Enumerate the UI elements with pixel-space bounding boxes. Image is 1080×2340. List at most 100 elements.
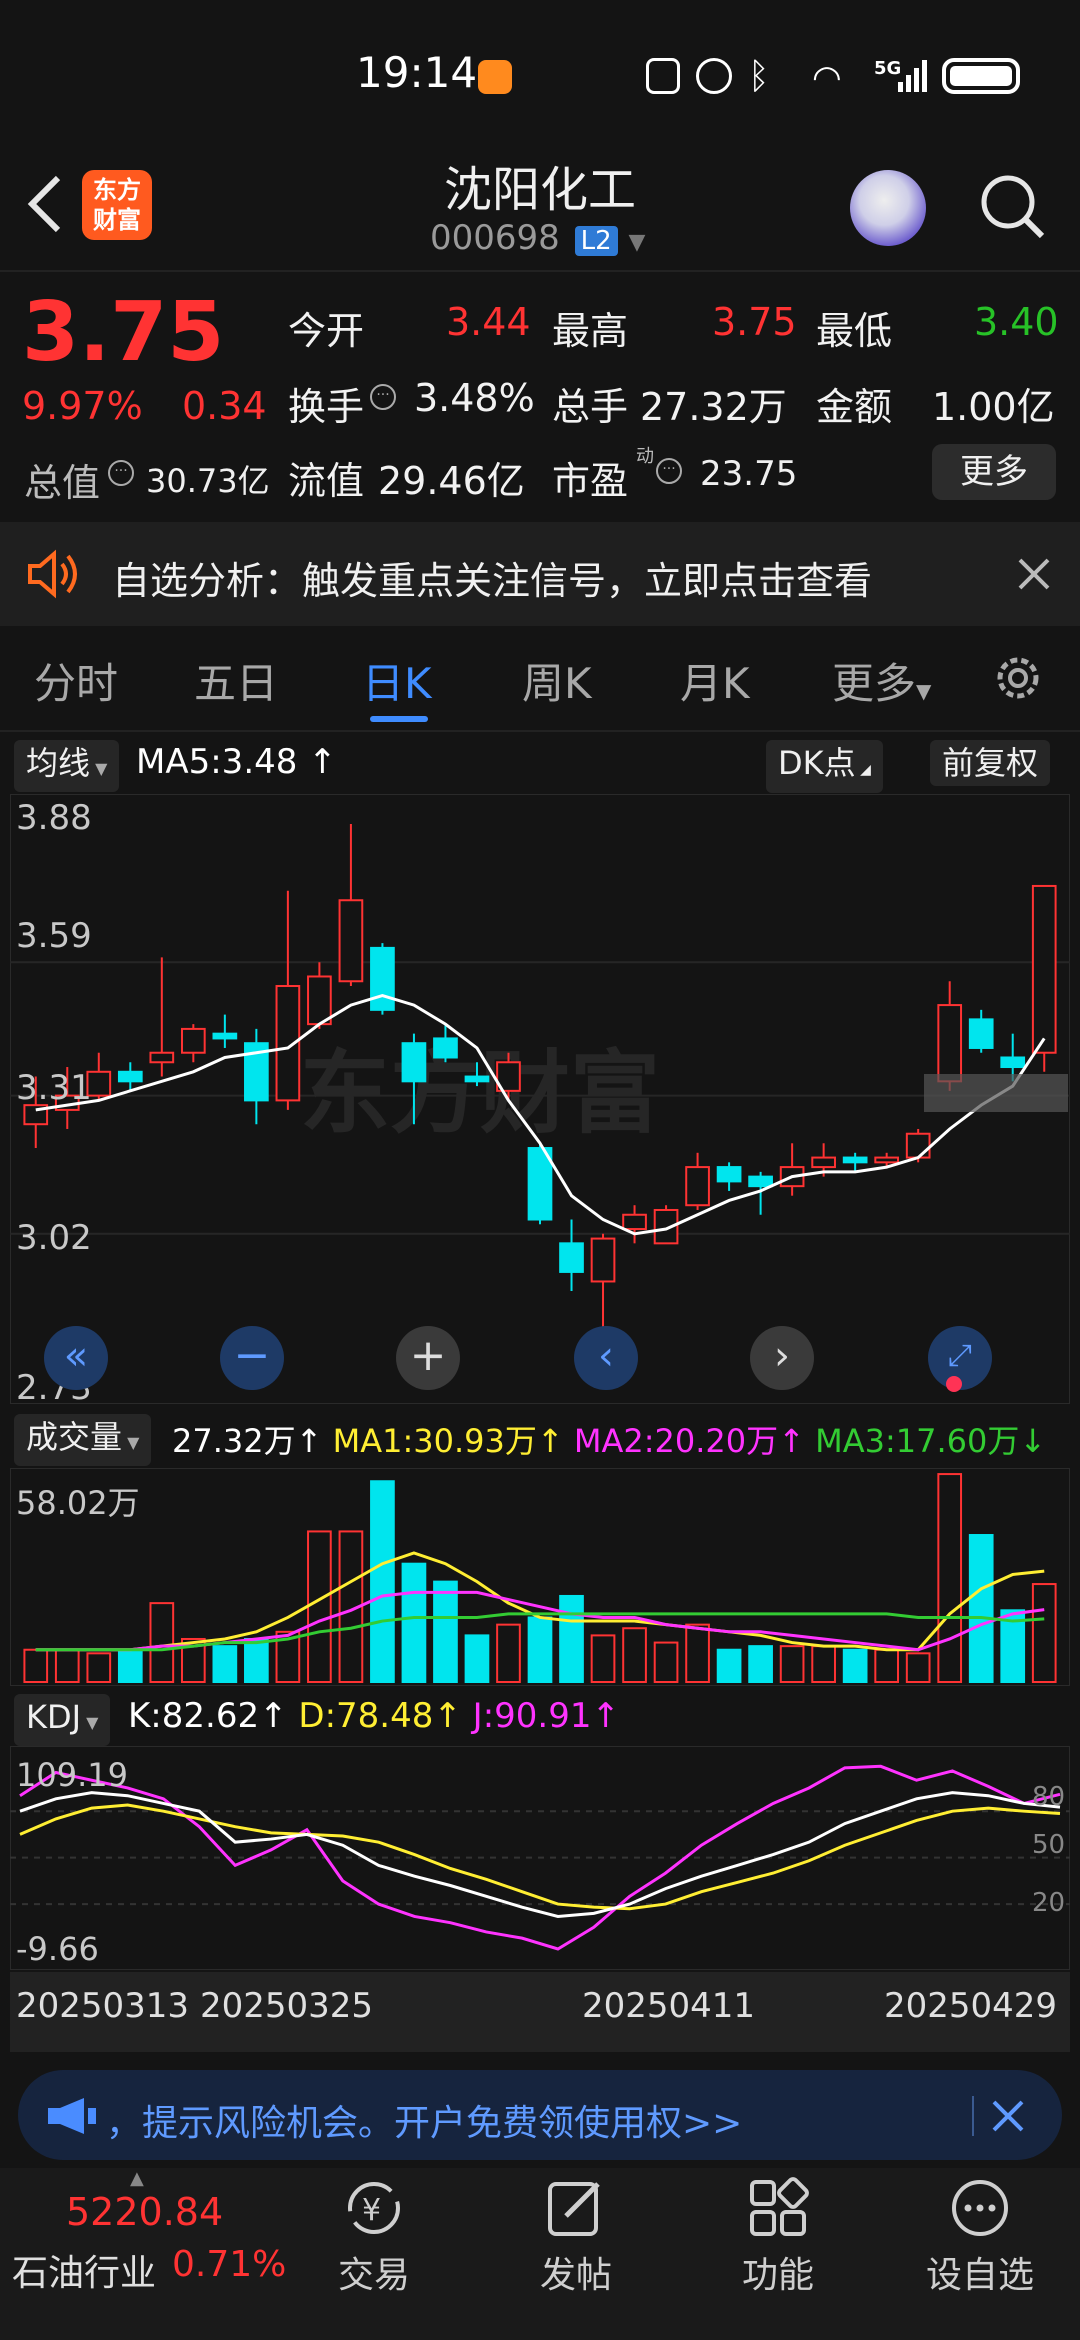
indicator-select-label: 均线 (26, 744, 91, 782)
nav-add-watchlist[interactable]: 设自选 (900, 2246, 1060, 2298)
candle-body (937, 1004, 963, 1083)
pan-left-button[interactable]: ‹ (574, 1326, 638, 1390)
turnover-label: 换手 (288, 385, 365, 429)
banner-text[interactable]: ，提示风险机会。开户免费领使用权>> (106, 2094, 742, 2146)
functions-icon[interactable] (746, 2176, 810, 2240)
kdj-chart[interactable] (10, 1746, 1070, 1970)
volume-y-max: 58.02万 (16, 1484, 140, 1522)
kdj-level-50: 50 (1032, 1830, 1066, 1860)
chevron-down-icon: ▼ (628, 230, 646, 255)
info-icon[interactable]: ··· (108, 460, 134, 486)
ma5-label: MA5:3.48 ↑ (136, 742, 337, 782)
volume-bar (937, 1473, 963, 1683)
volume-bar (527, 1616, 553, 1683)
candle-body (748, 1175, 773, 1188)
tab-daily-k[interactable]: 日K (362, 650, 432, 711)
more-dots-icon[interactable] (948, 2176, 1012, 2240)
pe-value: 23.75 (700, 454, 798, 494)
tab-weekly-k[interactable]: 周K (522, 650, 592, 711)
y-tick-3: 3.31 (16, 1068, 92, 1108)
signal-icon (898, 60, 928, 92)
date-tick-1: 20250313 (16, 1986, 190, 2026)
volume-ma3: MA3:17.60万 (815, 1422, 1020, 1460)
indicator-select[interactable]: 均线 ▼ (14, 740, 120, 792)
high-value: 3.75 (712, 300, 797, 344)
speaker-icon (26, 548, 82, 600)
mktcap-label: 总值 (24, 461, 101, 505)
caret-up-icon: ▲ (130, 2168, 144, 2189)
robot-assistant-icon[interactable] (850, 170, 926, 246)
last-price: 3.75 (22, 285, 225, 380)
kdj-y-min: -9.66 (16, 1930, 99, 1968)
candlestick-chart[interactable]: 东方财富 (10, 794, 1070, 1404)
pan-right-button[interactable]: › (750, 1326, 814, 1390)
tab-more[interactable]: 更多▼ (832, 650, 931, 711)
more-quote-button[interactable]: 更多 (932, 444, 1056, 500)
info-icon[interactable]: ··· (656, 458, 682, 484)
post-icon[interactable] (544, 2176, 608, 2240)
stock-code-row[interactable]: 000698 L2 ▼ (430, 218, 645, 258)
notice-text[interactable]: 自选分析：触发重点关注信号，立即点击查看 (112, 550, 872, 605)
tab-five-day[interactable]: 五日 (194, 650, 278, 711)
close-icon[interactable] (990, 2098, 1026, 2134)
header-divider (0, 270, 1080, 272)
zoom-out-button[interactable]: − (220, 1326, 284, 1390)
candle-body (180, 1027, 206, 1054)
change-amount: 0.34 (182, 384, 267, 428)
candle-body (1031, 884, 1057, 1054)
volume-bar (874, 1648, 900, 1683)
volume-bar (811, 1645, 836, 1684)
price-marker (924, 1074, 1068, 1112)
kdj-k: K:82.62 (128, 1696, 260, 1736)
fullscreen-dot (946, 1376, 962, 1392)
kdj-legend: K:82.62↑ D:78.48↑ J:90.91↑ (128, 1696, 620, 1736)
search-icon[interactable] (978, 172, 1048, 242)
candle-body (811, 1156, 836, 1169)
adjust-button[interactable]: 前复权 (930, 740, 1051, 786)
tab-intraday[interactable]: 分时 (34, 650, 118, 711)
date-tick-3: 20250411 (582, 1986, 756, 2026)
watermark: 东方财富 (300, 1041, 660, 1146)
sector-name[interactable]: 石油行业 (12, 2244, 156, 2296)
kdj-level-80: 80 (1032, 1782, 1066, 1812)
volume-label: 总手 (552, 385, 629, 429)
dk-point-button[interactable]: DK点 ◢ (766, 740, 883, 793)
candle-body (401, 1042, 427, 1083)
kdj-indicator-select[interactable]: KDJ ▼ (14, 1694, 111, 1746)
close-icon[interactable] (1016, 556, 1052, 592)
y-tick-4: 3.02 (16, 1218, 92, 1258)
tab-monthly-k[interactable]: 月K (680, 650, 750, 711)
candle-body (370, 946, 395, 1011)
volume-indicator-select[interactable]: 成交量 ▼ (14, 1414, 152, 1466)
nav-post[interactable]: 发帖 (496, 2246, 656, 2298)
zoom-in-button[interactable]: + (396, 1326, 460, 1390)
nav-functions[interactable]: 功能 (698, 2246, 858, 2298)
candle-body (842, 1156, 868, 1164)
volume-legend: 27.32万↑ MA1:30.93万↑ MA2:20.20万↑ MA3:17.6… (172, 1422, 1047, 1460)
zoom-left-fast-button[interactable]: « (44, 1326, 108, 1390)
candle-body (307, 975, 332, 1026)
candle-body (968, 1018, 994, 1049)
volume-bar (905, 1652, 931, 1684)
volume-bar (244, 1637, 269, 1683)
tabs-divider (0, 730, 1080, 732)
trade-icon[interactable]: ¥ (340, 2176, 408, 2240)
volume-bar (590, 1634, 616, 1684)
volume-ma2: MA2:20.20万 (573, 1422, 779, 1460)
tab-more-label: 更多 (832, 659, 917, 708)
megaphone-icon (46, 2096, 98, 2136)
volume-bar (23, 1648, 49, 1683)
volume-bar (716, 1648, 742, 1683)
volume-bar (212, 1645, 238, 1684)
sector-index-value[interactable]: 5220.84 (66, 2190, 223, 2234)
nav-trade[interactable]: 交易 (294, 2246, 454, 2298)
mktcap-value: 30.73亿 (146, 462, 270, 500)
volume-chart[interactable] (10, 1468, 1070, 1686)
banner-divider (972, 2096, 974, 2136)
candle-body (905, 1132, 931, 1159)
settings-gear-icon[interactable] (990, 650, 1046, 706)
float-value: 29.46亿 (378, 459, 525, 503)
info-icon[interactable]: ··· (370, 384, 396, 410)
notification-icon (478, 60, 512, 94)
caret-down-icon: ▼ (122, 1433, 140, 1452)
